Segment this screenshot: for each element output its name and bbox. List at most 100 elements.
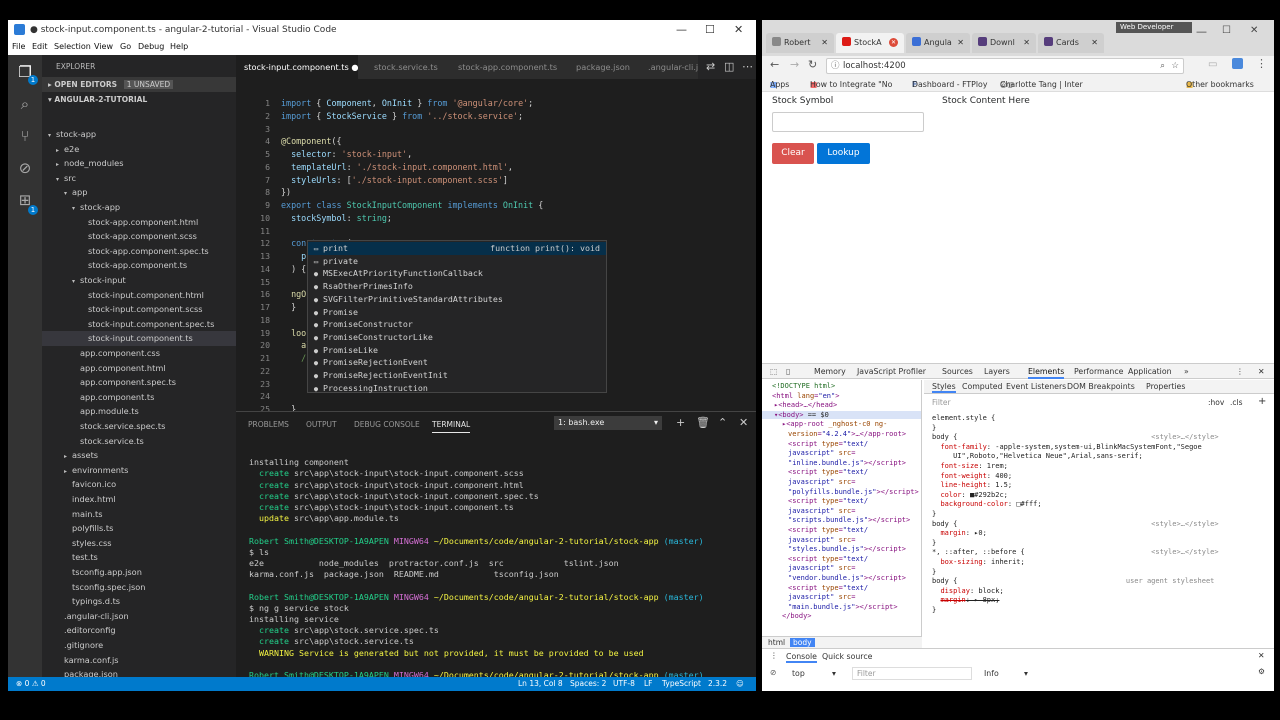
tree-item[interactable]: app.component.html (42, 361, 236, 376)
tree-item[interactable]: tsconfig.app.json (42, 565, 236, 580)
level-select[interactable]: Info (984, 669, 999, 678)
tree-item[interactable]: favicon.ico (42, 477, 236, 492)
tree-item[interactable]: .gitignore (42, 638, 236, 653)
maximize-panel-icon[interactable]: ⌃ (718, 416, 727, 429)
minimize-icon[interactable]: — (1196, 25, 1207, 38)
tab-debug-console[interactable]: DEBUG CONSOLE (354, 420, 420, 429)
style-rule-line[interactable]: } (932, 568, 936, 576)
styles-tab-dom-breakpoints[interactable]: DOM Breakpoints (1067, 382, 1135, 391)
tree-item[interactable]: ▸ environments (42, 463, 236, 478)
tree-item[interactable]: app.component.css (42, 346, 236, 361)
debug-icon[interactable]: ⊘ (16, 159, 34, 177)
star-icon[interactable]: ☆ (1171, 59, 1179, 73)
style-rule-line[interactable]: display: block; (932, 587, 1003, 595)
tree-item[interactable]: app.component.spec.ts (42, 375, 236, 390)
close-panel-icon[interactable]: ✕ (739, 416, 748, 429)
tab-close-icon[interactable]: ✕ (1023, 33, 1030, 53)
suggestion-item[interactable]: ● PromiseLike (308, 344, 606, 357)
suggestion-widget[interactable]: ▭ print function print(): void ▭ private ● MSE… (307, 240, 607, 393)
tree-item[interactable]: typings.d.ts (42, 594, 236, 609)
status-language[interactable]: TypeScript (662, 679, 701, 688)
close-icon[interactable]: ✕ (734, 23, 743, 36)
maximize-icon[interactable]: ☐ (705, 23, 715, 36)
menu-debug[interactable]: Debug (138, 42, 164, 51)
code-line[interactable]: styleUrls: ['./stock-input.component.scs… (281, 175, 508, 185)
source-control-icon[interactable]: ⑂ (16, 127, 34, 145)
device-toolbar-icon[interactable]: ▯ (786, 367, 790, 376)
status-encoding[interactable]: UTF-8 (613, 679, 635, 688)
tree-item[interactable]: ▾ app (42, 185, 236, 200)
dom-node[interactable]: ▾<body> == $0 (762, 410, 921, 419)
style-rule-line[interactable]: body { <style>…</style> (932, 520, 1219, 528)
crumb-html[interactable]: html (768, 638, 785, 647)
style-rule-line[interactable]: font-weight: 400; (932, 472, 1012, 480)
open-editors-section[interactable]: ▸ OPEN EDITORS 1 UNSAVED (42, 77, 236, 92)
suggestion-item[interactable]: ● SVGFilterPrimitiveStandardAttributes (308, 293, 606, 306)
devtools-close-icon[interactable]: ✕ (1258, 367, 1265, 376)
suggestion-item[interactable]: ● RsaOtherPrimesInfo (308, 280, 606, 293)
suggestion-item[interactable]: ▭ print function print(): void (308, 242, 606, 255)
style-rule-line[interactable]: } (932, 539, 936, 547)
terminal-select[interactable]: 1: bash.exe ▾ (554, 416, 662, 430)
chrome-tab-4[interactable]: Downl ✕ (972, 33, 1036, 53)
stock-symbol-input[interactable] (772, 112, 924, 132)
status-spaces[interactable]: Spaces: 2 (570, 679, 606, 688)
styles-tab-computed[interactable]: Computed (962, 382, 1003, 391)
dom-node[interactable]: ▸<app-root _nghost-c0 ng- (782, 420, 887, 428)
address-bar[interactable]: ⓘ localhost:4200 ⌕ ☆ (826, 58, 1184, 74)
drawer-menu-icon[interactable]: ⋮ (770, 651, 778, 660)
tab-close-icon[interactable]: ✕ (889, 38, 898, 47)
dom-node[interactable]: javascript" src= (788, 478, 855, 486)
chrome-tab-3[interactable]: Angula ✕ (906, 33, 970, 53)
devtools-tab-sources[interactable]: Sources (942, 367, 973, 376)
dom-node[interactable]: version="4.2.4">…</app-root> (788, 430, 906, 438)
extension-icon[interactable] (1232, 58, 1243, 69)
tree-item[interactable]: tsconfig.spec.json (42, 580, 236, 595)
style-rule-line[interactable]: body { user agent stylesheet (932, 577, 1214, 585)
back-icon[interactable]: ← (770, 58, 779, 71)
devtools-tab-performance[interactable]: Performance (1074, 367, 1123, 376)
tree-item[interactable]: ▾ stock-app (42, 200, 236, 215)
tree-item[interactable]: main.ts (42, 507, 236, 522)
devtools-more-tabs[interactable]: » (1184, 367, 1189, 376)
tree-item[interactable]: ▾ stock-app (42, 127, 236, 142)
styles-tab-styles[interactable]: Styles (932, 382, 956, 393)
tab-stock-app-component[interactable]: stock-app.component.ts (442, 55, 562, 79)
tree-item[interactable]: stock-app.component.html (42, 215, 236, 230)
dom-node[interactable]: javascript" src= (788, 593, 855, 601)
dom-tree[interactable]: <!DOCTYPE html> <html lang="en"> ▸<head>…<… (762, 380, 922, 636)
suggestion-item[interactable]: ● MSExecAtPriorityFunctionCallback (308, 267, 606, 280)
compare-icon[interactable]: ⇄ (706, 60, 715, 73)
tree-item[interactable]: stock-app.component.spec.ts (42, 244, 236, 259)
reload-icon[interactable]: ↻ (808, 58, 817, 71)
dom-node[interactable]: <script type="text/ (788, 497, 868, 505)
code-line[interactable]: import { Component, OnInit } from '@angu… (281, 98, 533, 108)
status-version[interactable]: 2.3.2 (708, 679, 727, 688)
tab-close-icon[interactable]: ✕ (957, 33, 964, 53)
lookup-button[interactable]: Lookup (817, 143, 870, 164)
tree-item[interactable]: .angular-cli.json (42, 609, 236, 624)
menu-selection[interactable]: Selection (54, 42, 91, 51)
tree-item[interactable]: .editorconfig (42, 623, 236, 638)
style-rule-line[interactable]: } (932, 424, 936, 432)
dom-node[interactable]: "polyfills.bundle.js"></script> (788, 488, 919, 496)
tree-item[interactable]: styles.css (42, 536, 236, 551)
suggestion-item[interactable]: ● ProcessingInstruction (308, 382, 606, 395)
dom-node[interactable]: </body> (782, 612, 812, 620)
menu-icon[interactable]: ⋮ (1256, 57, 1267, 70)
style-rule-line[interactable]: line-height: 1.5; (932, 481, 1012, 489)
code-line[interactable]: templateUrl: './stock-input.component.ht… (281, 162, 513, 172)
search-icon[interactable]: ⌕ (16, 95, 34, 113)
code-line[interactable]: selector: 'stock-input', (281, 149, 412, 159)
tab-output[interactable]: OUTPUT (306, 420, 337, 429)
dom-node[interactable]: <html lang="en"> (772, 392, 839, 400)
devtools-tab-application[interactable]: Application (1128, 367, 1172, 376)
tab-package-json[interactable]: package.json (562, 55, 638, 79)
inspect-icon[interactable]: ⬚ (770, 367, 777, 376)
chrome-tab-5[interactable]: Cards ✕ (1038, 33, 1104, 53)
style-rule-line[interactable]: body { <style>…</style> (932, 433, 1219, 441)
drawer-close-icon[interactable]: ✕ (1258, 651, 1265, 660)
devtools-tab-memory[interactable]: Memory (814, 367, 846, 376)
extension-icon[interactable]: ▭ (1208, 59, 1217, 70)
quick-source-tab[interactable]: Quick source (822, 652, 872, 661)
